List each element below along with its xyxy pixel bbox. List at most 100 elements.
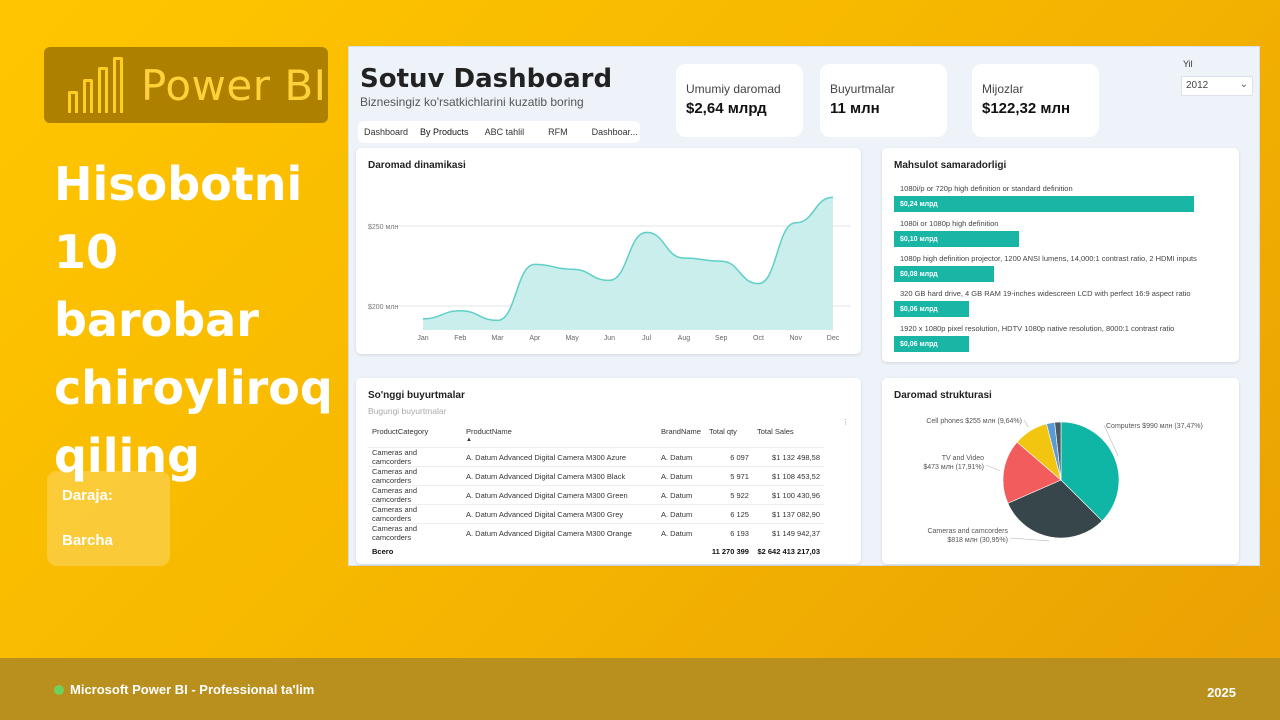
table-row[interactable]: Cameras and camcorders A. Datum Advanced … xyxy=(368,523,824,542)
slice-label-value: $818 млн (30,95%) xyxy=(947,537,1008,544)
table-cell: $1 108 453,52 xyxy=(752,466,824,486)
table-cell: A. Datum xyxy=(656,485,705,505)
table-cell: $1 137 082,90 xyxy=(752,504,824,524)
footer-bar: Microsoft Power BI - Professional ta'lim… xyxy=(0,658,1280,720)
kpi-card-orders: Buyurtmalar 11 млн xyxy=(820,64,947,137)
table-cell: A. Datum xyxy=(656,523,705,542)
column-header[interactable]: Total qty xyxy=(705,422,753,448)
kpi-card-customers: Mijozlar $122,32 млн xyxy=(972,64,1099,137)
column-header[interactable]: ProductCategory xyxy=(368,422,462,448)
headline-line: Hisobotni xyxy=(54,157,303,211)
product-bar-row: 320 GB hard drive, 4 GB RAM 19-inches wi… xyxy=(894,289,1191,317)
bar-category-label: 320 GB hard drive, 4 GB RAM 19-inches wi… xyxy=(900,289,1191,298)
tab-dashboard-2[interactable]: Dashboar... xyxy=(586,127,644,137)
card-subtitle: Bugungi buyurtmalar xyxy=(368,406,447,416)
recent-orders-card: So'nggi buyurtmalar Bugungi buyurtmalar … xyxy=(356,378,861,564)
dashboard-title: Sotuv Dashboard xyxy=(360,64,613,94)
product-bar-row: 1080p high definition projector, 1200 AN… xyxy=(894,254,1197,282)
level-label: Daraja: xyxy=(62,487,113,504)
power-bi-logo-icon xyxy=(68,57,123,113)
slice-label: Computers $990 млн (37,47%) xyxy=(1106,423,1203,430)
slice-label: Cell phones $255 млн (9,64%) xyxy=(926,418,1022,425)
chevron-down-icon: ⌄ xyxy=(1239,79,1248,90)
y-tick-label: $250 млн xyxy=(368,224,398,231)
product-bar-row: 1080i/p or 720p high definition or stand… xyxy=(894,184,1194,212)
x-tick-label: Jun xyxy=(604,335,615,342)
orders-table-body: Cameras and camcorders A. Datum Advanced … xyxy=(368,447,824,561)
table-cell: A. Datum xyxy=(656,466,705,486)
kpi-value: $122,32 млн xyxy=(982,100,1071,117)
x-tick-label: Aug xyxy=(678,335,691,342)
bar-mark: $0,10 млрд xyxy=(894,231,1019,247)
table-row[interactable]: Cameras and camcorders A. Datum Advanced … xyxy=(368,504,824,524)
bar-mark: $0,24 млрд xyxy=(894,196,1194,212)
headline: Hisobotni 10 barobar chiroyliroq qiling xyxy=(54,150,334,490)
x-tick-label: Oct xyxy=(753,335,764,342)
table-cell: A. Datum Advanced Digital Camera M300 Bl… xyxy=(461,466,657,486)
bar-mark: $0,06 млрд xyxy=(894,336,969,352)
table-total-cell xyxy=(462,542,657,561)
x-tick-label: Sep xyxy=(715,335,728,342)
column-header[interactable]: BrandName xyxy=(657,422,705,448)
more-options-icon[interactable]: ⋮ xyxy=(842,418,849,426)
page-tabs: Dashboard By Products ABC tahlil RFM Das… xyxy=(358,121,640,143)
logo-text: Power BI xyxy=(141,60,327,110)
headline-line: chiroyliroq xyxy=(54,361,333,415)
status-dot-icon xyxy=(54,684,64,695)
tab-rfm[interactable]: RFM xyxy=(542,127,586,137)
kpi-label: Buyurtmalar xyxy=(830,82,895,96)
table-total-cell: Всего xyxy=(372,546,394,556)
x-tick-label: Apr xyxy=(529,335,541,342)
tab-abc[interactable]: ABC tahlil xyxy=(475,127,543,137)
table-row[interactable]: Cameras and camcorders A. Datum Advanced … xyxy=(368,447,824,467)
table-cell: A. Datum Advanced Digital Camera M300 Gr… xyxy=(461,504,657,524)
level-filter[interactable]: Daraja: Barcha xyxy=(47,471,170,566)
leader-line xyxy=(985,464,1000,472)
bar-category-label: 1920 x 1080p pixel resolution, HDTV 1080… xyxy=(900,324,1175,333)
x-tick-label: Feb xyxy=(454,335,466,342)
year-filter-label: Yil xyxy=(1183,59,1193,69)
table-row[interactable]: Cameras and camcorders A. Datum Advanced … xyxy=(368,485,824,505)
kpi-label: Umumiy daromad xyxy=(686,82,781,96)
slice-label-value: $473 млн (17,91%) xyxy=(923,464,984,471)
table-cell: A. Datum xyxy=(656,504,705,524)
table-cell: A. Datum Advanced Digital Camera M300 Gr… xyxy=(461,485,657,505)
bar-category-label: 1080i or 1080p high definition xyxy=(900,219,999,228)
kpi-label: Mijozlar xyxy=(982,82,1024,96)
table-cell: 6 125 xyxy=(704,504,753,524)
product-performance-card: Mahsulot samaradorligi 1080i/p or 720p h… xyxy=(882,148,1239,362)
revenue-area-chart: $200 млн $250 млн Jan Feb Mar Apr May Jun Jul Aug… xyxy=(368,196,851,342)
revenue-pie-chart: Computers $990 млн (37,47%) Cameras and c… xyxy=(923,418,1203,544)
kpi-value: 11 млн xyxy=(830,100,880,117)
table-cell: 6 193 xyxy=(704,523,753,542)
dashboard-subtitle: Biznesingiz ko'rsatkichlarini kuzatib bo… xyxy=(360,95,584,109)
tab-by-products[interactable]: By Products xyxy=(414,127,475,137)
footer-brand: Microsoft Power BI - Professional ta'lim xyxy=(54,682,314,697)
table-cell: 5 971 xyxy=(704,466,753,486)
orders-table: ProductCategory ProductName ▲ BrandName T… xyxy=(368,422,824,561)
table-cell: 5 922 xyxy=(704,485,753,505)
slice-label: Cameras and camcorders xyxy=(927,528,1008,535)
x-tick-label: Jul xyxy=(642,335,651,342)
table-row[interactable]: Cameras and camcorders A. Datum Advanced … xyxy=(368,466,824,486)
card-title: So'nggi buyurtmalar xyxy=(368,390,465,401)
leader-line xyxy=(1009,537,1050,542)
kpi-card-revenue: Umumiy daromad $2,64 млрд xyxy=(676,64,803,137)
footer-text: Microsoft Power BI - Professional ta'lim xyxy=(70,682,315,697)
tab-dashboard[interactable]: Dashboard xyxy=(358,127,414,137)
card-title: Mahsulot samaradorligi xyxy=(894,160,1007,171)
revenue-chart-card: Daromad dinamikasi $200 млн $250 млн Jan Fe… xyxy=(356,148,861,354)
bar-mark: $0,08 млрд xyxy=(894,266,994,282)
x-tick-label: Nov xyxy=(790,335,803,342)
sort-ascending-icon: ▲ xyxy=(465,437,472,443)
leader-line xyxy=(1023,419,1029,428)
bar-category-label: 1080i/p or 720p high definition or stand… xyxy=(900,184,1073,193)
revenue-structure-card: Daromad strukturasi Computers $990 млн (… xyxy=(882,378,1239,564)
column-header[interactable]: Total Sales xyxy=(753,422,824,448)
bar-mark: $0,06 млрд xyxy=(894,301,969,317)
level-value: Barcha xyxy=(62,532,113,549)
y-tick-label: $200 млн xyxy=(368,304,398,311)
year-select[interactable]: 2012 ⌄ xyxy=(1181,76,1253,96)
column-header-sorted[interactable]: ProductName ▲ xyxy=(462,422,657,448)
product-bar-row: 1920 x 1080p pixel resolution, HDTV 1080… xyxy=(894,324,1174,352)
